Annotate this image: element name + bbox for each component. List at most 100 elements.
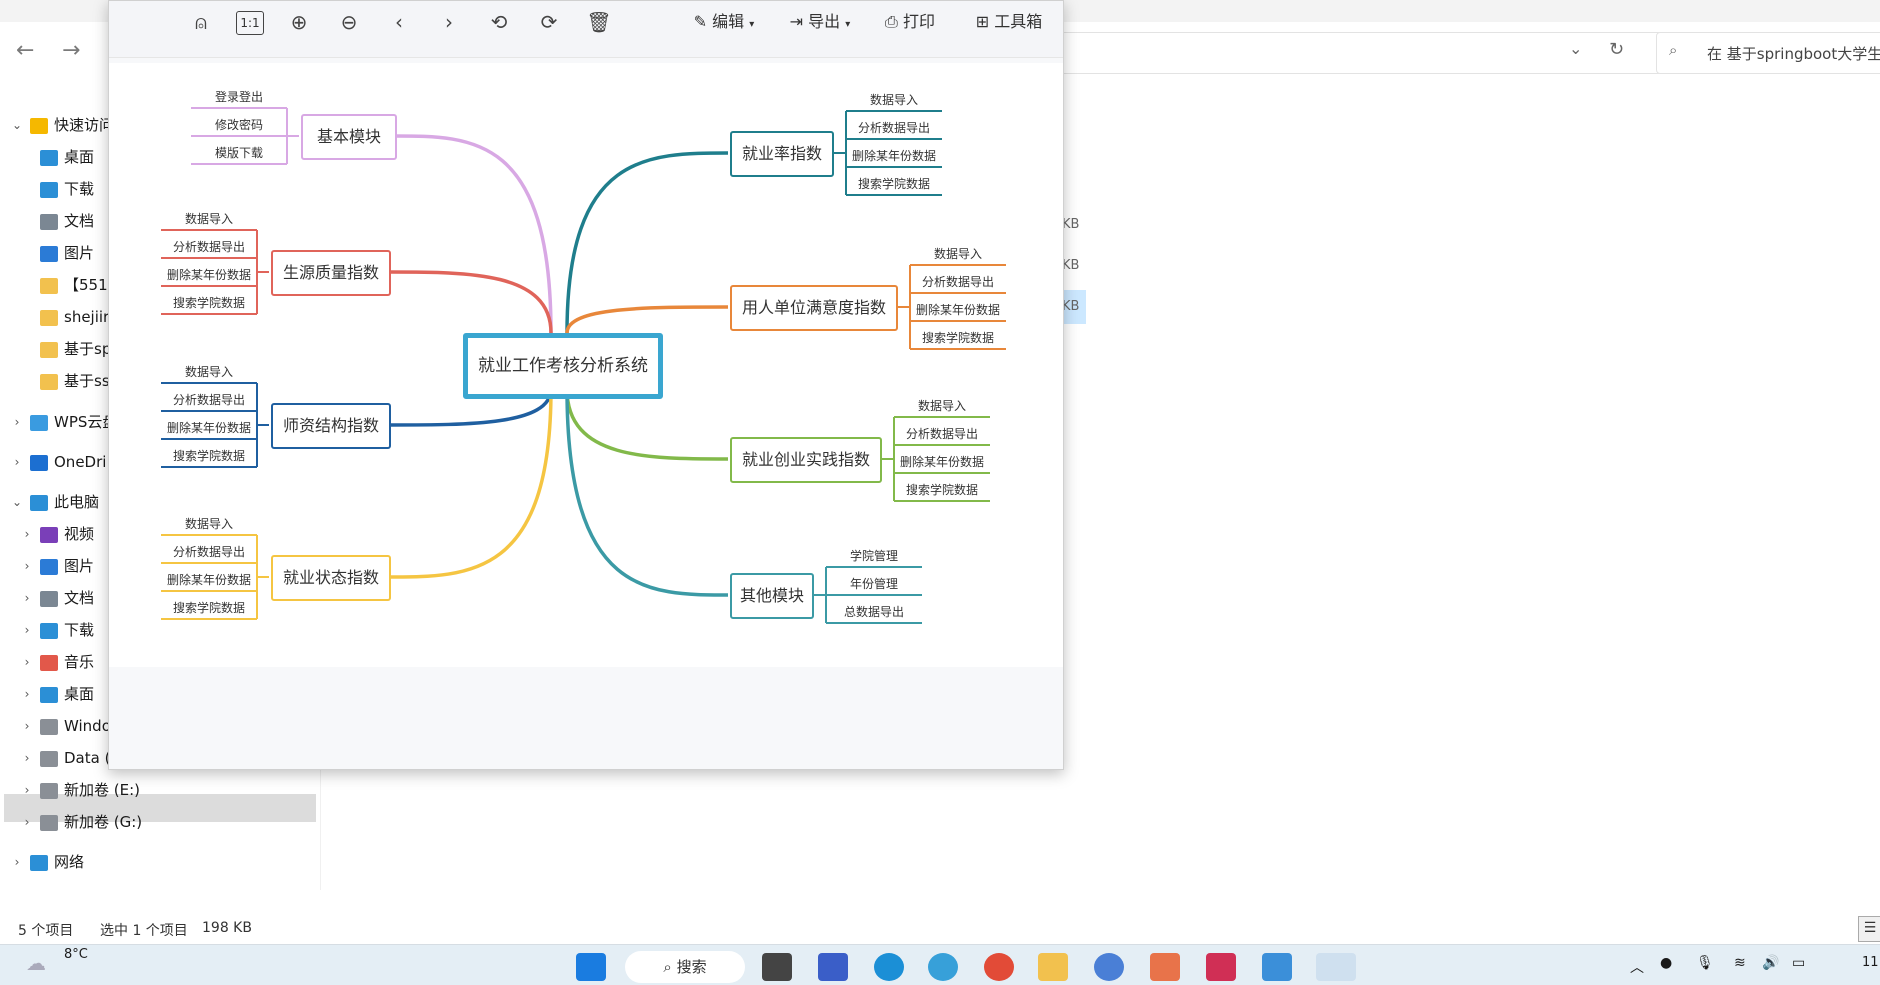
- sidebar-item[interactable]: › Windo: [25, 712, 111, 740]
- mindmap-leaf-node[interactable]: 删除某年份数据: [846, 145, 942, 167]
- sidebar-item[interactable]: › WPS云盘: [15, 408, 118, 436]
- mindmap-leaf-node[interactable]: 搜索学院数据: [161, 597, 257, 619]
- address-bar[interactable]: ⌄ ↻: [1060, 32, 1662, 74]
- previous-icon[interactable]: ‹: [385, 9, 413, 35]
- app-icon[interactable]: [818, 953, 848, 981]
- chevron-up-icon[interactable]: ︿: [1630, 957, 1644, 977]
- mindmap-leaf-node[interactable]: 删除某年份数据: [910, 299, 1006, 321]
- back-arrow-icon[interactable]: ←: [16, 38, 34, 63]
- qq-icon[interactable]: ●: [1660, 955, 1672, 971]
- clock[interactable]: 11:: [1862, 955, 1880, 970]
- app-icon[interactable]: [1150, 953, 1180, 981]
- mindmap-branch-node[interactable]: 用人单位满意度指数: [730, 285, 898, 331]
- mindmap-leaf-node[interactable]: 删除某年份数据: [161, 569, 257, 591]
- mindmap-leaf-node[interactable]: 数据导入: [161, 361, 257, 383]
- chrome-icon[interactable]: [984, 953, 1014, 981]
- sidebar-item[interactable]: 文档: [40, 207, 94, 235]
- mindmap-leaf-node[interactable]: 搜索学院数据: [846, 173, 942, 195]
- sidebar-item[interactable]: › 新加卷 (E:): [25, 776, 140, 804]
- sidebar-item[interactable]: 基于ss: [40, 367, 110, 395]
- sidebar-item[interactable]: › 视频: [25, 520, 94, 548]
- toolbox-button[interactable]: ⊞ 工具箱: [969, 9, 1049, 35]
- ie-browser-icon[interactable]: [928, 953, 958, 981]
- chevron-right-icon[interactable]: ›: [20, 680, 34, 708]
- mindmap-leaf-node[interactable]: 数据导入: [161, 208, 257, 230]
- chevron-right-icon[interactable]: ›: [20, 712, 34, 740]
- mindmap-leaf-node[interactable]: 搜索学院数据: [894, 479, 990, 501]
- search-input[interactable]: ⌕ 在 基于springboot大学生: [1656, 32, 1880, 74]
- mindmap-leaf-node[interactable]: 分析数据导出: [894, 423, 990, 445]
- mindmap-root-node[interactable]: 就业工作考核分析系统: [463, 333, 663, 399]
- sidebar-item[interactable]: › 桌面: [25, 680, 94, 708]
- chevron-right-icon[interactable]: ›: [20, 776, 34, 804]
- chevron-right-icon[interactable]: ›: [20, 648, 34, 676]
- mindmap-branch-node[interactable]: 其他模块: [730, 573, 814, 619]
- sidebar-item[interactable]: 基于sp: [40, 335, 111, 363]
- sidebar-item[interactable]: 图片: [40, 239, 94, 267]
- sidebar-item[interactable]: 下载: [40, 175, 94, 203]
- mindmap-leaf-node[interactable]: 登录登出: [191, 86, 287, 108]
- edge-browser-icon[interactable]: [874, 953, 904, 981]
- sidebar-item[interactable]: 【551: [40, 271, 108, 299]
- mindmap-app-icon[interactable]: [1316, 953, 1356, 981]
- actual-size-button[interactable]: 1:1: [236, 11, 264, 35]
- file-size-cell[interactable]: KB: [1062, 299, 1079, 314]
- chevron-right-icon[interactable]: ›: [10, 408, 24, 436]
- delete-icon[interactable]: 🗑: [585, 9, 613, 35]
- taskbar-search[interactable]: ⌕ 搜索: [625, 951, 745, 983]
- chevron-down-icon[interactable]: ⌄: [1569, 39, 1582, 58]
- mindmap-leaf-node[interactable]: 数据导入: [894, 395, 990, 417]
- chevron-right-icon[interactable]: ›: [20, 584, 34, 612]
- export-button[interactable]: ⇥ 导出 ▾: [781, 9, 859, 35]
- chevron-right-icon[interactable]: ›: [20, 552, 34, 580]
- details-view-icon[interactable]: ☰: [1858, 916, 1880, 942]
- mindmap-leaf-node[interactable]: 数据导入: [846, 89, 942, 111]
- wifi-icon[interactable]: ≋: [1734, 955, 1746, 971]
- mindmap-leaf-node[interactable]: 分析数据导出: [161, 389, 257, 411]
- sidebar-item[interactable]: 桌面: [40, 143, 94, 171]
- sidebar-item[interactable]: › 下载: [25, 616, 94, 644]
- microphone-icon[interactable]: 🎙: [1696, 955, 1714, 971]
- sidebar-item[interactable]: › Data (: [25, 744, 111, 772]
- chevron-right-icon[interactable]: ›: [10, 448, 24, 476]
- chevron-down-icon[interactable]: ⌄: [10, 111, 24, 139]
- sidebar-item[interactable]: › OneDri: [15, 448, 107, 476]
- mindmap-leaf-node[interactable]: 年份管理: [826, 573, 922, 595]
- chevron-right-icon[interactable]: ›: [20, 520, 34, 548]
- mindmap-leaf-node[interactable]: 搜索学院数据: [161, 445, 257, 467]
- mindmap-leaf-node[interactable]: 模版下载: [191, 142, 287, 164]
- sidebar-item[interactable]: shejiir: [40, 303, 109, 331]
- mindmap-leaf-node[interactable]: 学院管理: [826, 545, 922, 567]
- forward-arrow-icon[interactable]: →: [62, 38, 80, 63]
- mindmap-leaf-node[interactable]: 搜索学院数据: [910, 327, 1006, 349]
- sidebar-item[interactable]: ⌄ 此电脑: [12, 488, 99, 516]
- zoom-in-icon[interactable]: ⊕: [285, 9, 313, 35]
- mindmap-branch-node[interactable]: 基本模块: [301, 114, 397, 160]
- mindmap-leaf-node[interactable]: 分析数据导出: [161, 541, 257, 563]
- windows-start-icon[interactable]: [576, 953, 606, 981]
- volume-icon[interactable]: 🔊: [1762, 955, 1779, 971]
- mindmap-leaf-node[interactable]: 删除某年份数据: [894, 451, 990, 473]
- chevron-right-icon[interactable]: ›: [20, 744, 34, 772]
- chevron-down-icon[interactable]: ⌄: [10, 488, 24, 516]
- sidebar-item[interactable]: › 网络: [15, 848, 84, 876]
- edit-button[interactable]: ✎ 编辑 ▾: [685, 9, 763, 35]
- sidebar-item[interactable]: › 图片: [25, 552, 94, 580]
- battery-icon[interactable]: ▭: [1792, 955, 1805, 971]
- weather-temperature[interactable]: 8°C: [64, 947, 88, 962]
- next-icon[interactable]: ›: [435, 9, 463, 35]
- chevron-right-icon[interactable]: ›: [20, 616, 34, 644]
- mouse-mode-icon[interactable]: ⍝: [187, 9, 215, 35]
- mindmap-leaf-node[interactable]: 删除某年份数据: [161, 264, 257, 286]
- mindmap-leaf-node[interactable]: 分析数据导出: [161, 236, 257, 258]
- chevron-right-icon[interactable]: ›: [10, 848, 24, 876]
- sidebar-item[interactable]: › 音乐: [25, 648, 94, 676]
- mindmap-leaf-node[interactable]: 搜索学院数据: [161, 292, 257, 314]
- mindmap-branch-node[interactable]: 师资结构指数: [271, 403, 391, 449]
- mindmap-leaf-node[interactable]: 总数据导出: [826, 601, 922, 623]
- mindmap-leaf-node[interactable]: 删除某年份数据: [161, 417, 257, 439]
- mindmap-leaf-node[interactable]: 分析数据导出: [910, 271, 1006, 293]
- jetbrains-icon[interactable]: [1206, 953, 1236, 981]
- mindmap-leaf-node[interactable]: 分析数据导出: [846, 117, 942, 139]
- sidebar-item[interactable]: ⌄ 快速访问: [12, 111, 114, 139]
